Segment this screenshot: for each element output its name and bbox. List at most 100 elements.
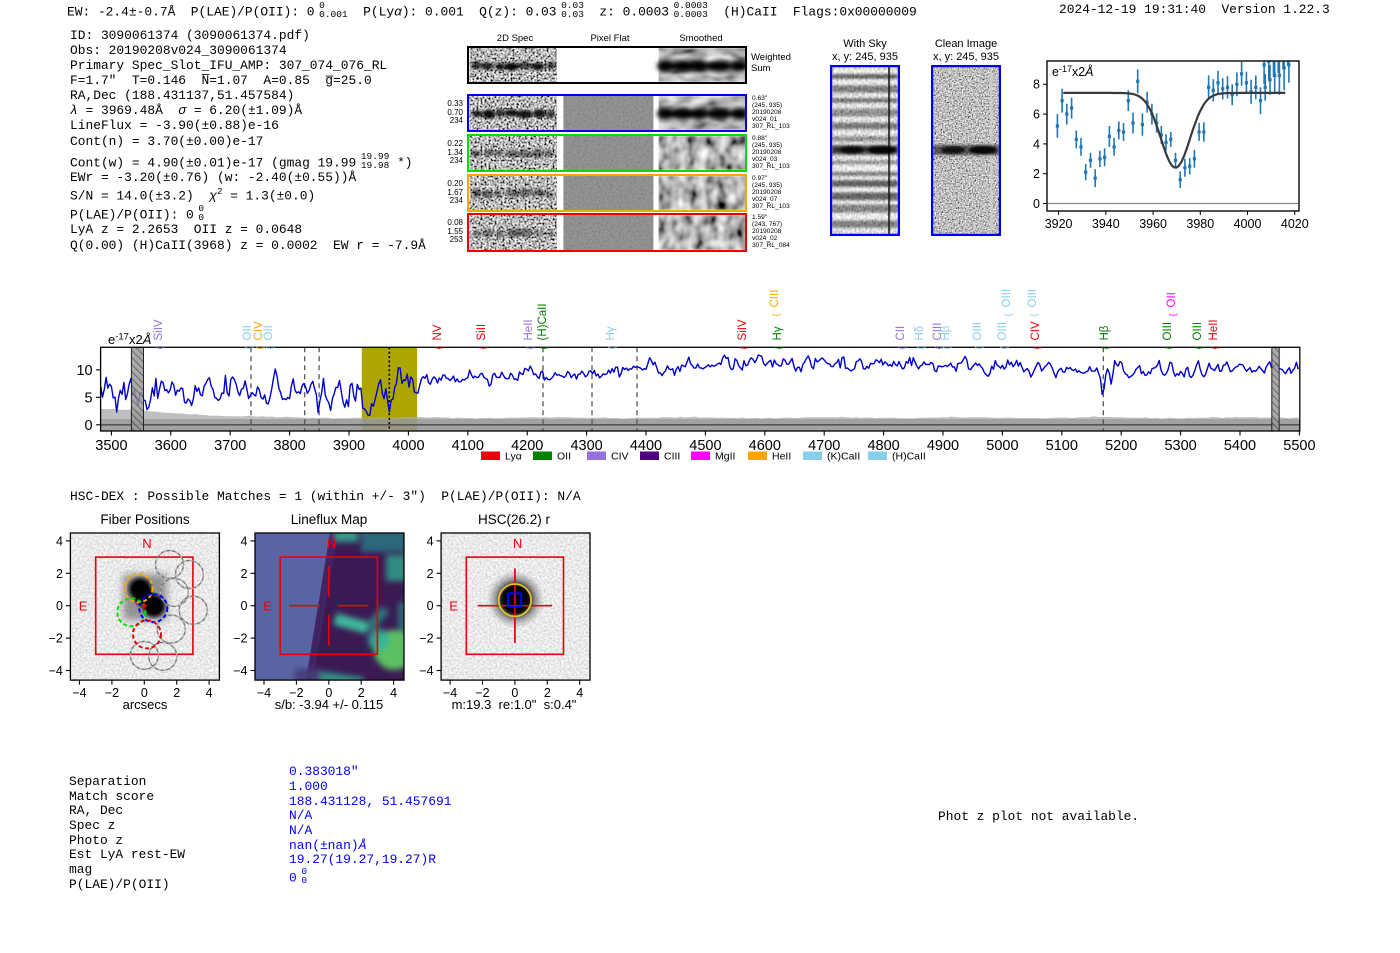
svg-text:HeII: HeII — [523, 319, 535, 340]
svg-text:N: N — [327, 536, 336, 551]
svg-text:SiIV: SiIV — [153, 319, 165, 340]
svg-text:N: N — [513, 536, 522, 551]
svg-text:−2: −2 — [419, 632, 433, 646]
svg-text:−2: −2 — [49, 632, 63, 646]
svg-text:Hδ: Hδ — [914, 326, 926, 341]
svg-text:OII: OII — [557, 451, 571, 463]
svg-text:4000: 4000 — [1234, 217, 1262, 231]
svg-text:{: { — [1168, 313, 1178, 316]
svg-text:{: { — [999, 346, 1009, 349]
svg-text:3960: 3960 — [1139, 217, 1167, 231]
svg-text:2: 2 — [241, 567, 248, 581]
svg-text:HeII: HeII — [1208, 319, 1220, 340]
svg-text:(K)CaII: (K)CaII — [827, 451, 860, 463]
svg-text:3600: 3600 — [155, 438, 187, 454]
svg-text:2: 2 — [1033, 167, 1040, 181]
svg-text:5000: 5000 — [986, 438, 1018, 454]
svg-text:0: 0 — [56, 599, 63, 613]
svg-text:0: 0 — [85, 418, 93, 434]
svg-text:−4: −4 — [233, 664, 247, 678]
svg-text:4: 4 — [241, 534, 248, 548]
svg-text:SiII: SiII — [476, 324, 488, 341]
svg-text:5200: 5200 — [1105, 438, 1137, 454]
svg-text:Lyα: Lyα — [505, 451, 522, 463]
svg-text:{: { — [607, 346, 617, 349]
svg-text:{: { — [265, 346, 275, 349]
svg-text:{: { — [1194, 346, 1204, 349]
svg-text:Hγ: Hγ — [772, 326, 784, 340]
svg-text:{: { — [1003, 313, 1013, 316]
svg-text:CIII: CIII — [769, 290, 781, 308]
svg-text:(H)CaII: (H)CaII — [537, 303, 549, 340]
svg-text:2: 2 — [427, 567, 434, 581]
svg-text:3980: 3980 — [1186, 217, 1214, 231]
svg-text:3700: 3700 — [214, 438, 246, 454]
svg-text:5: 5 — [85, 390, 93, 406]
svg-text:−4: −4 — [49, 664, 63, 678]
svg-text:{: { — [942, 346, 952, 349]
svg-text:5300: 5300 — [1164, 438, 1196, 454]
svg-text:{: { — [1101, 346, 1111, 349]
svg-text:N: N — [142, 536, 151, 551]
svg-text:{: { — [739, 346, 749, 349]
svg-text:OII: OII — [263, 325, 275, 340]
svg-text:CII: CII — [895, 326, 907, 341]
svg-text:e-17x2Å: e-17x2Å — [108, 332, 151, 348]
svg-text:CIII: CIII — [664, 451, 680, 463]
svg-text:E: E — [263, 599, 272, 614]
svg-text:{: { — [244, 346, 254, 349]
svg-text:4: 4 — [56, 534, 63, 548]
svg-text:OIII: OIII — [997, 322, 1009, 341]
svg-text:CIV: CIV — [611, 451, 629, 463]
svg-text:{: { — [1032, 346, 1042, 349]
svg-text:4: 4 — [1033, 137, 1040, 151]
svg-text:{: { — [974, 346, 984, 349]
svg-text:NV: NV — [432, 324, 444, 340]
svg-text:{: { — [1210, 346, 1220, 349]
svg-text:4: 4 — [427, 534, 434, 548]
svg-text:5400: 5400 — [1224, 438, 1256, 454]
svg-text:0: 0 — [427, 599, 434, 613]
svg-text:OIII: OIII — [972, 322, 984, 341]
svg-text:{: { — [916, 346, 926, 349]
svg-text:3500: 3500 — [95, 438, 127, 454]
svg-text:5100: 5100 — [1046, 438, 1078, 454]
svg-text:HeII: HeII — [772, 451, 791, 463]
svg-text:E: E — [449, 599, 458, 614]
svg-text:{: { — [155, 346, 165, 349]
svg-text:CIV: CIV — [1030, 321, 1042, 341]
svg-text:4900: 4900 — [927, 438, 959, 454]
svg-text:5500: 5500 — [1283, 438, 1315, 454]
svg-text:−4: −4 — [419, 664, 433, 678]
svg-text:Hβ: Hβ — [940, 325, 952, 340]
svg-text:3940: 3940 — [1092, 217, 1120, 231]
svg-text:OII: OII — [1166, 292, 1178, 307]
svg-text:10: 10 — [76, 363, 92, 379]
svg-text:8: 8 — [1033, 78, 1040, 92]
svg-text:0: 0 — [241, 599, 248, 613]
svg-text:2: 2 — [56, 567, 63, 581]
svg-text:{: { — [525, 346, 535, 349]
svg-text:3920: 3920 — [1045, 217, 1073, 231]
svg-text:6: 6 — [1033, 108, 1040, 122]
svg-text:0: 0 — [1033, 197, 1040, 211]
svg-text:{: { — [1029, 313, 1039, 316]
svg-text:OIII: OIII — [1001, 289, 1013, 308]
svg-text:{: { — [434, 346, 444, 349]
svg-text:{: { — [774, 346, 784, 349]
svg-text:OIII: OIII — [1162, 322, 1174, 341]
svg-text:{: { — [1164, 346, 1174, 349]
svg-text:Hγ: Hγ — [605, 326, 617, 340]
svg-text:3800: 3800 — [273, 438, 305, 454]
svg-text:OIII: OIII — [1027, 289, 1039, 308]
svg-text:(H)CaII: (H)CaII — [892, 451, 926, 463]
svg-text:Hβ: Hβ — [1099, 325, 1111, 340]
svg-text:−2: −2 — [233, 632, 247, 646]
svg-text:E: E — [79, 599, 88, 614]
svg-text:{: { — [478, 346, 488, 349]
svg-text:{: { — [255, 346, 265, 349]
svg-text:4020: 4020 — [1281, 217, 1309, 231]
svg-text:e-17x2Å: e-17x2Å — [1052, 64, 1094, 79]
svg-text:4000: 4000 — [392, 438, 424, 454]
svg-text:OIII: OIII — [1192, 322, 1204, 341]
